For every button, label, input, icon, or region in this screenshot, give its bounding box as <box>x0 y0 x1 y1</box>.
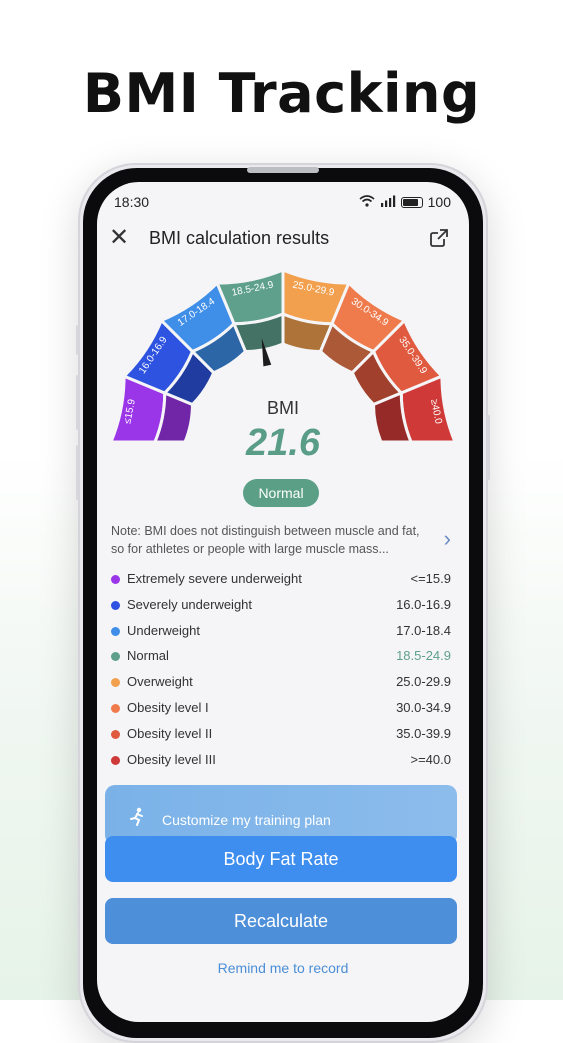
legend-label: Obesity level I <box>127 699 209 715</box>
share-icon[interactable] <box>429 228 449 253</box>
legend-row: Extremely severe underweight <=15.9 <box>111 570 451 596</box>
wifi-icon <box>359 194 375 210</box>
phone-side-button <box>76 375 79 430</box>
close-icon[interactable]: ✕ <box>109 226 129 250</box>
body-fat-rate-button[interactable]: Body Fat Rate <box>105 836 457 882</box>
legend-range: 25.0-29.9 <box>396 674 451 690</box>
status-time: 18:30 <box>114 194 150 210</box>
bmi-category-badge: Normal <box>243 479 319 507</box>
legend-range: 35.0-39.9 <box>396 725 451 741</box>
bmi-legend: Extremely severe underweight <=15.9 Severe… <box>111 570 451 776</box>
chevron-right-icon[interactable]: › <box>444 526 451 552</box>
bmi-label: BMI <box>266 398 299 418</box>
legend-row: Severely underweight 16.0-16.9 <box>111 596 451 622</box>
legend-row: Overweight 25.0-29.9 <box>111 673 451 699</box>
legend-row: Obesity level III >=40.0 <box>111 751 451 777</box>
legend-label: Obesity level III <box>127 751 216 767</box>
phone-speaker <box>247 167 319 173</box>
app-screen: 18:30 100 ✕ BMI calculation results ≤15.… <box>97 182 469 1022</box>
legend-dot <box>111 755 120 765</box>
legend-row: Normal 18.5-24.9 <box>111 647 451 673</box>
legend-label: Severely underweight <box>127 596 253 612</box>
recalculate-button[interactable]: Recalculate <box>105 898 457 944</box>
battery-icon <box>400 196 423 208</box>
legend-range: 18.5-24.9 <box>396 648 451 664</box>
legend-label: Obesity level II <box>127 725 213 741</box>
battery-level: 100 <box>427 194 451 210</box>
legend-range: >=40.0 <box>410 751 452 767</box>
status-icons: 100 <box>359 194 451 210</box>
bmi-note[interactable]: Note: BMI does not distinguish between m… <box>111 522 431 558</box>
bmi-value: 21.6 <box>246 422 320 464</box>
legend-range: 17.0-18.4 <box>396 622 451 638</box>
legend-range: <=15.9 <box>410 571 452 586</box>
legend-label: Extremely severe underweight <box>127 571 302 586</box>
legend-label: Underweight <box>127 622 200 638</box>
runner-icon <box>127 807 147 833</box>
remind-me-link[interactable]: Remind me to record <box>97 960 469 976</box>
legend-row: Obesity level II 35.0-39.9 <box>111 725 451 751</box>
title-bar: ✕ BMI calculation results <box>97 222 469 256</box>
phone-side-button <box>76 325 79 355</box>
legend-dot <box>111 626 120 636</box>
legend-dot <box>111 703 120 713</box>
legend-row: Underweight 17.0-18.4 <box>111 622 451 648</box>
legend-dot <box>111 575 120 584</box>
legend-label: Normal <box>127 648 169 664</box>
signal-icon <box>380 194 396 210</box>
legend-dot <box>111 729 120 739</box>
phone-side-button <box>76 445 79 500</box>
page-title: BMI calculation results <box>149 228 330 248</box>
legend-row: Obesity level I 30.0-34.9 <box>111 699 451 725</box>
legend-label: Overweight <box>127 674 193 690</box>
status-bar: 18:30 100 <box>97 182 469 222</box>
legend-range: 30.0-34.9 <box>396 699 451 715</box>
legend-dot <box>111 600 120 610</box>
phone-power-button <box>487 415 490 480</box>
bmi-note-text: Note: BMI does not distinguish between m… <box>111 524 420 556</box>
page-headline: BMI Tracking <box>82 62 481 125</box>
legend-dot <box>111 678 120 688</box>
training-plan-text: Customize my training plan <box>162 812 331 828</box>
legend-range: 16.0-16.9 <box>396 596 451 612</box>
legend-dot <box>111 652 120 662</box>
